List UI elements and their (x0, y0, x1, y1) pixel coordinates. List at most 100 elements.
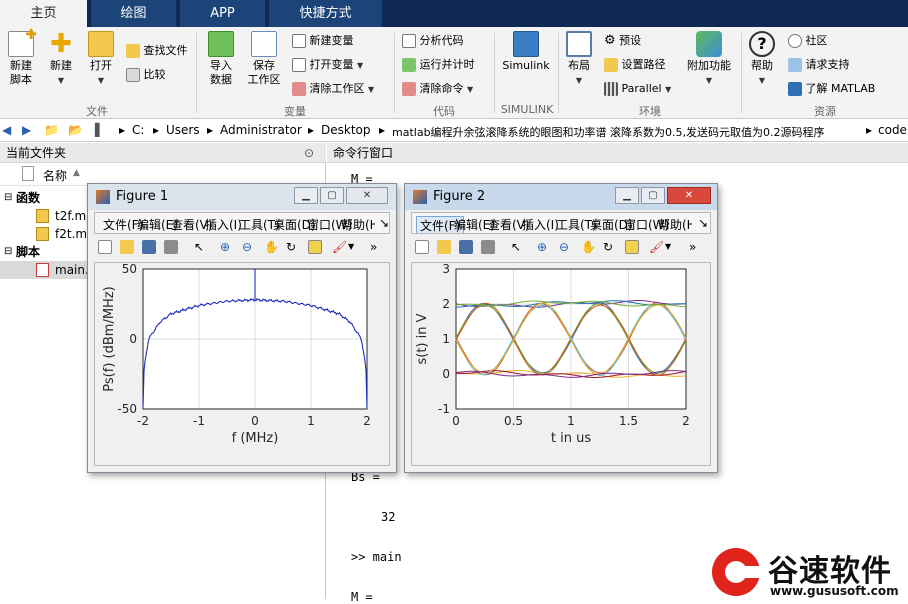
breadcrumb-drive[interactable]: C: (132, 123, 144, 137)
save-icon[interactable] (459, 240, 473, 254)
menu-help[interactable]: 帮助(H) (341, 216, 375, 233)
pointer-icon[interactable]: ↖ (194, 240, 208, 254)
x-tick-label: 0 (251, 414, 259, 428)
open-button[interactable]: 打开 ▼ (84, 31, 118, 88)
up-folder-icon[interactable]: 📁 (44, 123, 59, 137)
back-arrow-icon[interactable]: ◀ (2, 123, 11, 137)
save-icon[interactable] (142, 240, 156, 254)
new-figure-icon[interactable] (98, 240, 112, 254)
compare-button[interactable]: 比较 (126, 68, 166, 82)
address-bar[interactable]: ◀ ▶ 📁 📂 ▌ ▸ C: ▸ Users ▸ Administrator ▸… (0, 120, 908, 142)
breadcrumb-separator: ▸ (866, 123, 873, 137)
layout-button[interactable]: 布局 ▼ (564, 31, 594, 88)
print-icon[interactable] (481, 240, 495, 254)
brush-icon[interactable]: 🖌 (332, 240, 347, 254)
forward-arrow-icon[interactable]: ▶ (22, 123, 31, 137)
menu-overflow-icon[interactable]: ↘ (379, 216, 389, 230)
figure-1-axes-panel[interactable]: -2 -1 0 1 2 50 0 -50 f (MHz) Ps(f) (dBm/MHz) (94, 262, 390, 466)
set-path-label: 设置路径 (621, 58, 666, 71)
compare-icon (126, 68, 140, 82)
request-support-button[interactable]: 请求支持 (788, 58, 850, 72)
maximize-button[interactable]: ▢ (320, 187, 344, 204)
rotate-icon[interactable]: ↻ (603, 240, 617, 254)
set-path-button[interactable]: 设置路径 (604, 58, 666, 72)
close-button[interactable]: ✕ (346, 187, 388, 204)
import-data-button[interactable]: 导入 数据 (204, 31, 238, 87)
clear-commands-button[interactable]: 清除命令 ▼ (402, 82, 473, 97)
find-files-button[interactable]: 查找文件 (126, 44, 188, 58)
file-type-column-icon[interactable] (22, 166, 34, 181)
rotate-icon[interactable]: ↻ (286, 240, 300, 254)
gear-icon: ⚙ (604, 33, 616, 48)
menu-overflow-icon[interactable]: ↘ (698, 216, 708, 230)
breadcrumb-separator: ▸ (308, 123, 315, 137)
breadcrumb-administrator[interactable]: Administrator (220, 123, 302, 137)
open-variable-button[interactable]: 打开变量 ▼ (292, 58, 363, 73)
name-column-header[interactable]: 名称 (43, 167, 67, 184)
menu-help[interactable]: 帮助(H) (658, 216, 692, 233)
tab-home[interactable]: 主页 (0, 0, 87, 27)
add-ons-button[interactable]: 附加功能 ▼ (684, 31, 734, 88)
pointer-icon[interactable]: ↖ (511, 240, 525, 254)
zoom-out-icon[interactable]: ⊖ (559, 240, 573, 254)
brush-dropdown-icon[interactable]: ▼ (348, 240, 362, 254)
run-and-time-label: 运行并计时 (419, 58, 475, 71)
community-button[interactable]: 社区 (788, 34, 828, 48)
brush-icon[interactable]: 🖌 (649, 240, 664, 254)
toolbar-overflow-icon[interactable]: » (370, 240, 384, 254)
preferences-button[interactable]: ⚙ 预设 (604, 34, 641, 48)
pan-icon[interactable]: ✋ (581, 240, 596, 254)
tab-shortcuts[interactable]: 快捷方式 (269, 0, 382, 27)
data-cursor-icon[interactable] (625, 240, 639, 254)
figure-2-titlebar[interactable]: Figure 2 ▁ ▢ ✕ (405, 184, 717, 210)
breadcrumb-project-folder[interactable]: matlab编程升余弦滚降系统的眼图和功率谱 滚降系数为0.5,发送码元取值为0… (392, 124, 825, 140)
panel-menu-icon[interactable]: ⊙ (304, 143, 314, 163)
breadcrumb-code[interactable]: code (878, 123, 907, 137)
run-and-time-button[interactable]: 运行并计时 (402, 58, 475, 72)
data-cursor-icon[interactable] (308, 240, 322, 254)
open-file-icon[interactable] (437, 240, 451, 254)
file-group-label: 文件 (86, 105, 108, 118)
figure-1-window[interactable]: Figure 1 ▁ ▢ ✕ 文件(F) 编辑(E) 查看(V) 插入(I) 工… (87, 183, 397, 473)
figure-1-titlebar[interactable]: Figure 1 ▁ ▢ ✕ (88, 184, 396, 210)
clear-workspace-button[interactable]: 清除工作区 ▼ (292, 82, 374, 97)
save-workspace-button[interactable]: 保存 工作区 (244, 31, 284, 87)
breadcrumb-desktop[interactable]: Desktop (321, 123, 371, 137)
print-icon[interactable] (164, 240, 178, 254)
new-variable-button[interactable]: 新建变量 (292, 34, 354, 48)
browse-folder-icon[interactable]: 📂 (68, 123, 83, 137)
collapse-icon[interactable]: ⊟ (4, 189, 12, 207)
minimize-button[interactable]: ▁ (294, 187, 318, 204)
maximize-button[interactable]: ▢ (641, 187, 665, 204)
brush-dropdown-icon[interactable]: ▼ (665, 240, 679, 254)
open-file-icon[interactable] (120, 240, 134, 254)
pan-icon[interactable]: ✋ (264, 240, 279, 254)
function-file-icon (36, 227, 49, 241)
figure-2-axes-panel[interactable]: 0 0.5 1 1.5 2 3 2 1 0 -1 t in us s(t) in V (411, 262, 711, 466)
close-button[interactable]: ✕ (667, 187, 711, 204)
new-script-button[interactable]: ✚ 新建 脚本 (4, 28, 38, 87)
analyze-code-button[interactable]: 分析代码 (402, 34, 464, 48)
figure-2-menubar: 文件(F) 编辑(E) 查看(V) 插入(I) 工具(T) 桌面(D) 窗口(W… (411, 212, 711, 234)
toolbar-overflow-icon[interactable]: » (689, 240, 703, 254)
tab-plots[interactable]: 绘图 (91, 0, 176, 27)
breadcrumb-users[interactable]: Users (166, 123, 200, 137)
parallel-button[interactable]: Parallel ▼ (604, 82, 671, 97)
clear-workspace-label: 清除工作区 (309, 82, 365, 95)
zoom-in-icon[interactable]: ⊕ (537, 240, 551, 254)
new-button[interactable]: ✚ 新建 ▼ (44, 31, 78, 88)
menu-insert[interactable]: 插入(I) (205, 216, 242, 233)
figure-2-window[interactable]: Figure 2 ▁ ▢ ✕ 文件(F) 编辑(E) 查看(V) 插入(I) 工… (404, 183, 718, 473)
learn-matlab-button[interactable]: 了解 MATLAB (788, 82, 875, 96)
menu-insert[interactable]: 插入(I) (522, 216, 559, 233)
zoom-in-icon[interactable]: ⊕ (220, 240, 234, 254)
help-button[interactable]: ? 帮助 ▼ (746, 31, 778, 88)
y-axis-label: s(t) in V (415, 313, 430, 364)
analyze-code-icon (402, 34, 416, 48)
new-figure-icon[interactable] (415, 240, 429, 254)
simulink-button[interactable]: Simulink (500, 31, 552, 73)
zoom-out-icon[interactable]: ⊖ (242, 240, 256, 254)
collapse-icon[interactable]: ⊟ (4, 243, 12, 261)
tab-apps[interactable]: APP (180, 0, 265, 27)
minimize-button[interactable]: ▁ (615, 187, 639, 204)
